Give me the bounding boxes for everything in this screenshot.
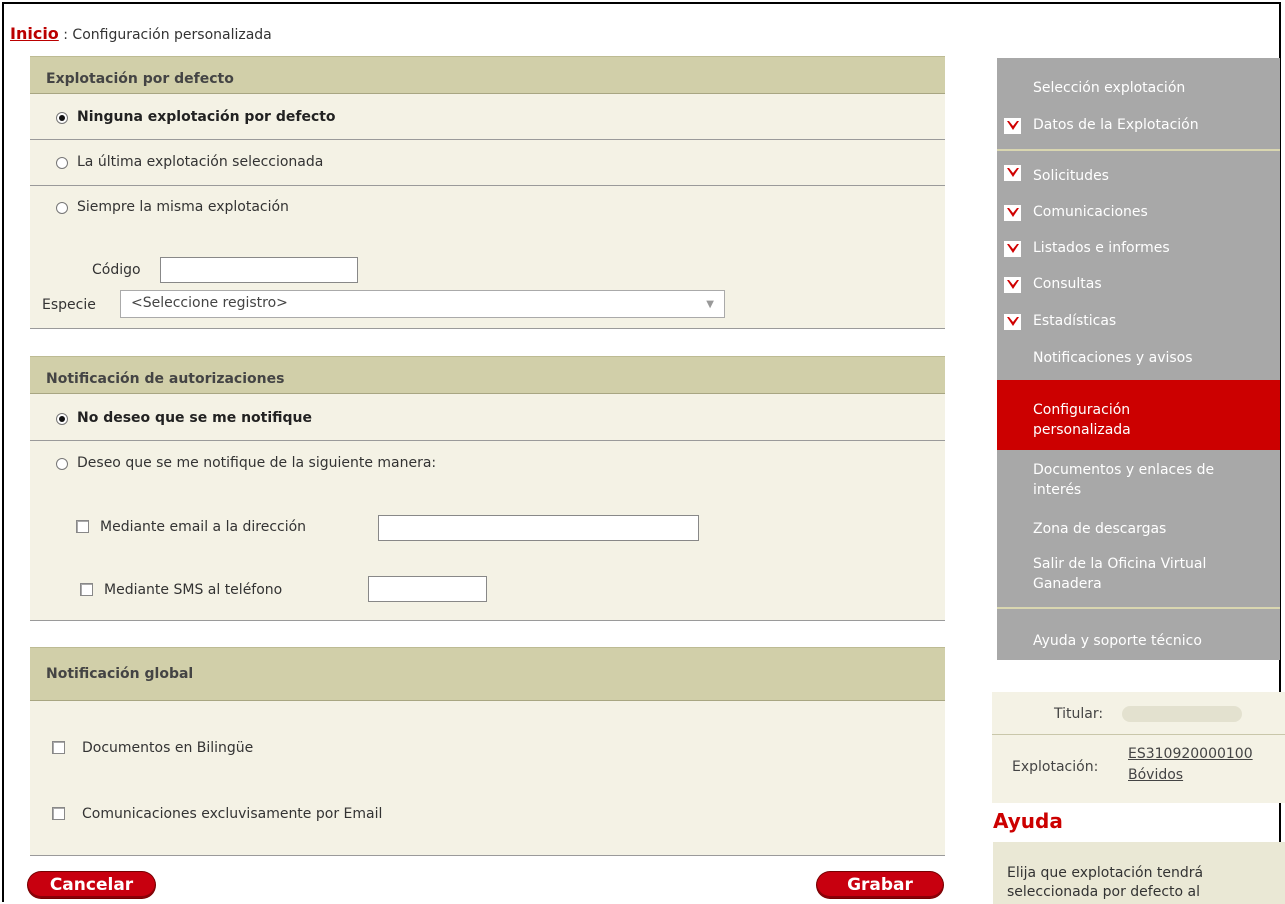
sidebar-menu: Selección explotación Datos de la Explot… [997, 58, 1280, 660]
codigo-label: Código [92, 262, 141, 278]
especie-select-value: <Seleccione registro> [131, 295, 288, 311]
section-default-header: Explotación por defecto [30, 56, 945, 94]
sidebar-item-label: Documentos y enlaces de [1033, 462, 1215, 478]
option-row[interactable]: Deseo que se me notifique de la siguient… [30, 441, 945, 621]
radio-none-default[interactable] [56, 112, 68, 124]
bilingual-checkbox[interactable] [52, 741, 65, 754]
sidebar-item-label: Consultas [1033, 276, 1102, 292]
chevron-down-icon [1004, 205, 1021, 221]
chevron-down-icon [1004, 277, 1021, 293]
sidebar-item-consultas[interactable]: Consultas [997, 276, 1280, 296]
breadcrumb-separator: : [58, 27, 73, 43]
sidebar-item-salir[interactable]: Salir de la Oficina Virtual Ganadera [997, 556, 1280, 596]
chevron-down-icon [1004, 241, 1021, 257]
sms-input[interactable] [368, 576, 487, 602]
help-box: Elija que explotación tendrá seleccionad… [993, 842, 1285, 904]
titular-value-redacted [1122, 706, 1242, 722]
sidebar-divider [997, 607, 1280, 609]
section-global-panel: Documentos en Bilingüe Comunicaciones ex… [30, 701, 945, 856]
sidebar-item-label: interés [1033, 482, 1082, 498]
section-auth-panel: No deseo que se me notifique Deseo que s… [30, 394, 945, 621]
titular-label: Titular: [1054, 706, 1104, 722]
help-text-line: Elija que explotación tendrá [1007, 865, 1204, 881]
email-checkbox[interactable] [76, 520, 89, 533]
explotacion-row: Explotación: ES310920000100 Bóvidos [992, 735, 1285, 803]
sms-checkbox[interactable] [80, 583, 93, 596]
sidebar-item-label: Zona de descargas [1033, 521, 1167, 537]
codigo-input[interactable] [160, 257, 358, 283]
option-label: La última explotación seleccionada [77, 154, 324, 170]
section-default-title: Explotación por defecto [46, 71, 234, 87]
sidebar-divider [997, 149, 1280, 151]
option-row[interactable]: Ninguna explotación por defecto [30, 94, 945, 140]
breadcrumb-home-link[interactable]: Inicio [10, 24, 59, 43]
radio-notify[interactable] [56, 458, 68, 470]
sidebar-item-label: Listados e informes [1033, 240, 1170, 256]
sidebar-item-estadisticas[interactable]: Estadísticas [997, 313, 1280, 333]
section-auth-title: Notificación de autorizaciones [46, 371, 285, 387]
sidebar-item-label: Comunicaciones [1033, 204, 1148, 220]
explotacion-code-link[interactable]: ES310920000100 [1128, 746, 1253, 762]
sidebar-item-descargas[interactable]: Zona de descargas [997, 521, 1280, 541]
chevron-down-icon [1004, 314, 1021, 330]
sidebar-item-label: Selección explotación [1033, 80, 1186, 96]
sidebar-item-label: personalizada [1033, 422, 1131, 438]
save-button[interactable]: Grabar [817, 872, 943, 898]
radio-last-selected[interactable] [56, 157, 68, 169]
especie-label: Especie [42, 297, 96, 313]
sidebar-item-label: Configuración [1033, 402, 1131, 418]
sidebar-item-notificaciones[interactable]: Notificaciones y avisos [997, 350, 1280, 370]
sidebar-item-label: Notificaciones y avisos [1033, 350, 1193, 366]
sidebar-item-configuracion[interactable]: Configuración personalizada [997, 380, 1280, 450]
sidebar-item-label: Ayuda y soporte técnico [1033, 633, 1202, 649]
sidebar-item-datos-explotacion[interactable]: Datos de la Explotación [997, 117, 1280, 137]
sidebar-item-listados[interactable]: Listados e informes [997, 240, 1280, 260]
sidebar-item-label: Estadísticas [1033, 313, 1117, 329]
help-text-line: seleccionada por defecto al [1007, 884, 1200, 900]
option-label: No deseo que se me notifique [77, 410, 312, 426]
explotacion-label: Explotación: [1012, 759, 1099, 775]
explotacion-species-link[interactable]: Bóvidos [1128, 767, 1183, 783]
sidebar-item-label: Datos de la Explotación [1033, 117, 1199, 133]
section-global-header: Notificación global [30, 647, 945, 701]
section-global-title: Notificación global [46, 666, 194, 682]
breadcrumb: Inicio : Configuración personalizada [10, 24, 272, 43]
sidebar-item-comunicaciones[interactable]: Comunicaciones [997, 204, 1280, 224]
option-row[interactable]: Siempre la misma explotación Código Espe… [30, 186, 945, 329]
option-label: Siempre la misma explotación [77, 199, 289, 215]
especie-select[interactable]: <Seleccione registro> ▼ [120, 290, 725, 318]
help-title: Ayuda [993, 809, 1063, 833]
section-default-panel: Ninguna explotación por defecto La últim… [30, 94, 945, 329]
sms-label: Mediante SMS al teléfono [104, 582, 283, 598]
titular-row: Titular: [992, 692, 1285, 735]
cancel-button[interactable]: Cancelar [28, 872, 155, 898]
email-only-checkbox[interactable] [52, 807, 65, 820]
email-label: Mediante email a la dirección [100, 519, 307, 535]
sidebar-item-seleccion-explotacion[interactable]: Selección explotación [997, 80, 1280, 100]
sidebar-item-label: Salir de la Oficina Virtual [1033, 556, 1207, 572]
bilingual-label: Documentos en Bilingüe [82, 740, 254, 756]
sidebar-item-documentos[interactable]: Documentos y enlaces de interés [997, 462, 1280, 502]
option-row[interactable]: La última explotación seleccionada [30, 140, 945, 186]
sidebar-item-label: Ganadera [1033, 576, 1102, 592]
sidebar-item-label: Solicitudes [1033, 168, 1109, 184]
option-label: Deseo que se me notifique de la siguient… [77, 455, 437, 471]
breadcrumb-current: Configuración personalizada [72, 27, 272, 43]
sidebar-item-solicitudes[interactable]: Solicitudes [997, 165, 1280, 188]
option-label: Ninguna explotación por defecto [77, 109, 336, 125]
chevron-down-icon [1004, 165, 1021, 181]
chevron-down-icon [1004, 118, 1021, 134]
section-auth-header: Notificación de autorizaciones [30, 356, 945, 394]
radio-always-same[interactable] [56, 202, 68, 214]
email-input[interactable] [378, 515, 699, 541]
email-only-label: Comunicaciones excluvisamente por Email [82, 806, 383, 822]
sidebar-item-ayuda[interactable]: Ayuda y soporte técnico [997, 633, 1280, 653]
chevron-down-icon: ▼ [706, 299, 714, 310]
radio-no-notify[interactable] [56, 413, 68, 425]
option-row[interactable]: No deseo que se me notifique [30, 394, 945, 441]
